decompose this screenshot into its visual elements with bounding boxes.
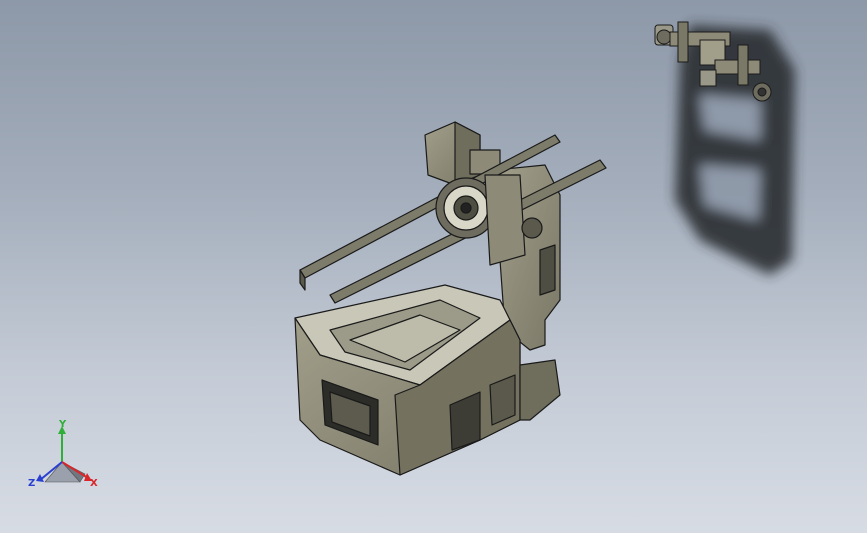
- rear-bracket: [519, 359, 561, 421]
- y-axis-label: Y: [58, 419, 67, 430]
- cad-viewport[interactable]: Y X Z: [0, 0, 867, 533]
- coordinate-triad: Y X Z: [28, 419, 98, 489]
- x-axis-label: X: [90, 478, 98, 489]
- z-axis-label: Z: [28, 478, 35, 489]
- main-assembly-model[interactable]: [294, 121, 607, 476]
